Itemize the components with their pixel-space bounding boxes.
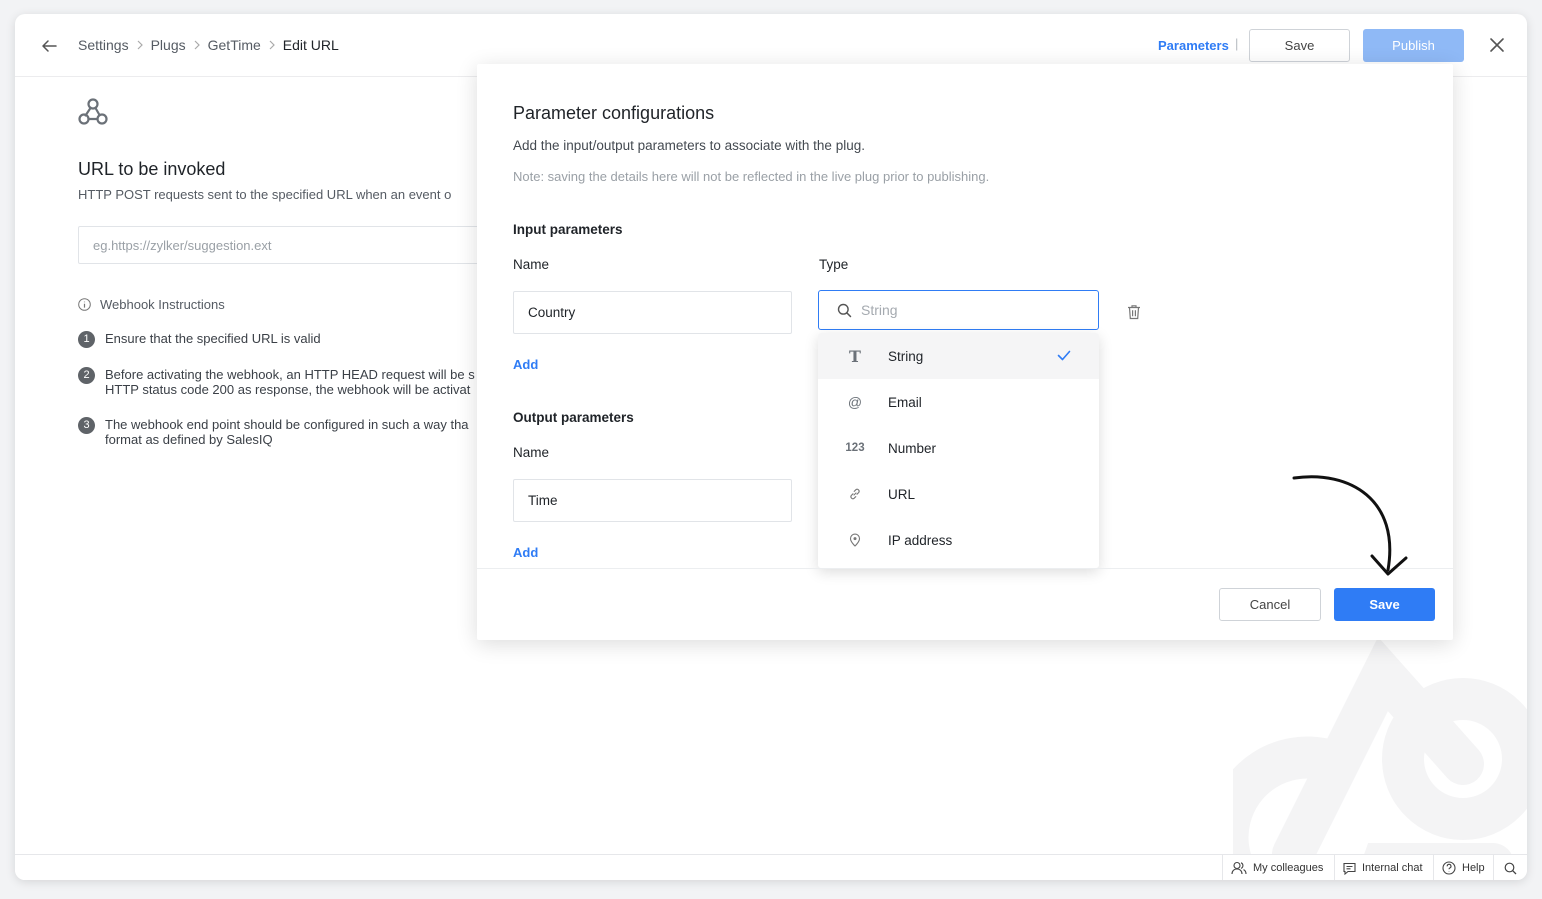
input-name-label: Name xyxy=(513,257,550,272)
type-option-label: Email xyxy=(888,394,922,410)
internal-chat-label: Internal chat xyxy=(1362,862,1423,874)
cancel-button[interactable]: Cancel xyxy=(1219,588,1321,621)
url-input[interactable] xyxy=(78,226,498,264)
help-label: Help xyxy=(1462,862,1485,874)
back-arrow-icon[interactable] xyxy=(39,36,59,56)
modal-note: Note: saving the details here will not b… xyxy=(513,169,990,184)
type-option-url[interactable]: URL xyxy=(818,471,1099,517)
instruction-item: 2 Before activating the webhook, an HTTP… xyxy=(78,367,475,397)
instruction-item: 3 The webhook end point should be config… xyxy=(78,417,469,447)
output-name-label: Name xyxy=(513,445,550,460)
my-colleagues-button[interactable]: My colleagues xyxy=(1222,855,1331,880)
instruction-item: 1 Ensure that the specified URL is valid xyxy=(78,331,321,348)
input-type-label: Type xyxy=(819,257,849,272)
instruction-text: HTTP status code 200 as response, the we… xyxy=(105,382,471,397)
colleagues-icon xyxy=(1231,861,1247,875)
instruction-text: Ensure that the specified URL is valid xyxy=(105,331,321,346)
number-type-icon: 123 xyxy=(845,442,865,454)
at-sign-icon: @ xyxy=(847,394,863,410)
type-option-ip-address[interactable]: IP address xyxy=(818,517,1099,563)
breadcrumb-settings[interactable]: Settings xyxy=(78,37,129,53)
location-pin-icon xyxy=(844,533,866,547)
type-option-number[interactable]: 123 Number xyxy=(818,425,1099,471)
chevron-right-icon xyxy=(137,40,143,50)
instruction-text: Before activating the webhook, an HTTP H… xyxy=(105,367,475,382)
instruction-text: The webhook end point should be configur… xyxy=(105,417,469,432)
trash-icon[interactable] xyxy=(1127,304,1141,320)
add-input-parameter-link[interactable]: Add xyxy=(513,357,538,372)
chevron-right-icon xyxy=(269,40,275,50)
close-icon[interactable] xyxy=(1489,37,1505,53)
type-option-label: String xyxy=(888,348,924,364)
checkmark-icon xyxy=(1057,350,1071,361)
type-option-label: IP address xyxy=(888,532,953,548)
breadcrumb-plugs[interactable]: Plugs xyxy=(151,37,186,53)
webhook-watermark-icon xyxy=(1233,636,1527,874)
type-option-label: URL xyxy=(888,486,916,502)
help-icon xyxy=(1442,861,1456,875)
step-number-badge: 2 xyxy=(78,367,95,384)
input-name-field[interactable] xyxy=(513,291,792,334)
instruction-text: format as defined by SalesIQ xyxy=(105,432,273,447)
step-number-badge: 1 xyxy=(78,331,95,348)
type-option-label: Number xyxy=(888,440,937,456)
search-icon xyxy=(837,303,852,317)
input-parameters-heading: Input parameters xyxy=(513,222,623,237)
info-icon xyxy=(78,298,91,311)
search-icon xyxy=(1504,862,1517,874)
header-separator: | xyxy=(1235,36,1239,51)
breadcrumb-gettime[interactable]: GetTime xyxy=(208,37,261,53)
modal-footer-divider xyxy=(477,568,1453,569)
breadcrumb: Settings Plugs GetTime Edit URL xyxy=(78,37,339,53)
internal-chat-button[interactable]: Internal chat xyxy=(1334,855,1431,880)
parameter-config-modal: Parameter configurations Add the input/o… xyxy=(477,64,1453,640)
type-option-email[interactable]: @ Email xyxy=(818,379,1099,425)
modal-subtitle: Add the input/output parameters to assoc… xyxy=(513,138,865,153)
url-title: URL to be invoked xyxy=(78,159,226,179)
output-parameters-heading: Output parameters xyxy=(513,410,634,425)
output-name-field[interactable] xyxy=(513,479,792,522)
link-icon xyxy=(844,487,866,501)
step-number-badge: 3 xyxy=(78,417,95,434)
header-save-button[interactable]: Save xyxy=(1249,29,1350,62)
save-button[interactable]: Save xyxy=(1334,588,1435,621)
webhook-icon xyxy=(78,98,108,125)
chevron-right-icon xyxy=(194,40,200,50)
parameters-link[interactable]: Parameters xyxy=(1158,38,1229,53)
type-dropdown-list: T String @ Email 123 Number URL IP addre… xyxy=(818,333,1099,568)
url-description: HTTP POST requests sent to the specified… xyxy=(78,187,452,202)
webhook-instructions-heading: Webhook Instructions xyxy=(78,297,225,312)
modal-title: Parameter configurations xyxy=(513,103,715,123)
type-search-field[interactable] xyxy=(818,290,1099,330)
publish-button[interactable]: Publish xyxy=(1363,29,1464,62)
type-option-string[interactable]: T String xyxy=(818,333,1099,379)
type-search-input[interactable] xyxy=(861,302,1081,318)
breadcrumb-edit-url: Edit URL xyxy=(282,37,339,53)
help-button[interactable]: Help xyxy=(1433,855,1493,880)
bottom-bar: My colleagues Internal chat Help xyxy=(15,854,1527,880)
text-type-icon: T xyxy=(849,346,861,366)
instructions-title: Webhook Instructions xyxy=(100,297,225,312)
colleagues-label: My colleagues xyxy=(1253,862,1324,874)
chat-icon xyxy=(1343,862,1356,875)
add-output-parameter-link[interactable]: Add xyxy=(513,545,538,560)
footer-search-button[interactable] xyxy=(1493,855,1527,880)
